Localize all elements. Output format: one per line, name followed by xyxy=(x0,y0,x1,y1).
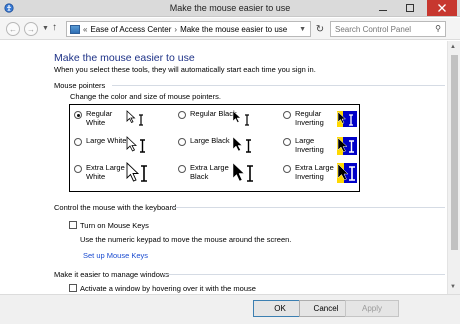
pointer-option-extra-large-inverting[interactable]: Extra Large Inverting xyxy=(283,163,383,190)
recent-pages-button[interactable]: ▼ xyxy=(42,25,49,32)
white-pointer-preview-icon xyxy=(126,110,143,126)
maximize-icon xyxy=(406,4,414,12)
mouse-pointer-options: Regular White Regular Black Regular Inve… xyxy=(69,104,360,192)
navigation-bar: ← → ▼ ↑ « Ease of Access Center › Make t… xyxy=(0,18,460,40)
dialog-footer: OK Cancel Apply xyxy=(0,294,460,324)
up-button[interactable]: ↑ xyxy=(52,22,57,33)
pointer-option-large-black[interactable]: Large Black xyxy=(178,136,278,163)
close-button[interactable] xyxy=(427,0,457,16)
black-pointer-preview-icon xyxy=(232,110,249,126)
inverting-pointer-preview-icon xyxy=(337,163,357,183)
page-title: Make the mouse easier to use xyxy=(54,52,195,64)
pointer-option-regular-black[interactable]: Regular Black xyxy=(178,109,278,136)
scrollbar-thumb[interactable] xyxy=(451,55,458,250)
mouse-keys-checkbox[interactable] xyxy=(69,221,77,229)
hover-activate-label[interactable]: Activate a window by hovering over it wi… xyxy=(80,284,256,293)
pointer-option-regular-white[interactable]: Regular White xyxy=(74,109,174,136)
pointer-option-label: Regular White xyxy=(86,109,113,127)
radio-large-white[interactable] xyxy=(74,138,82,146)
refresh-button[interactable]: ↻ xyxy=(313,22,327,36)
pointer-option-extra-large-black[interactable]: Extra Large Black xyxy=(178,162,278,190)
close-icon xyxy=(438,4,446,12)
section-divider xyxy=(164,274,445,275)
pointer-option-large-white[interactable]: Large White xyxy=(74,136,174,163)
breadcrumb-current-page[interactable]: Make the mouse easier to use xyxy=(180,25,287,34)
hover-activate-checkbox[interactable] xyxy=(69,284,77,292)
radio-large-inverting[interactable] xyxy=(283,138,291,146)
inverting-pointer-preview-icon xyxy=(337,111,357,127)
breadcrumb-overflow[interactable]: « xyxy=(83,25,87,34)
pointer-option-extra-large-white[interactable]: Extra Large White xyxy=(74,162,174,190)
address-bar[interactable]: « Ease of Access Center › Make the mouse… xyxy=(66,21,311,37)
mouse-pointers-heading: Mouse pointers xyxy=(54,81,106,90)
mouse-keys-description: Use the numeric keypad to move the mouse… xyxy=(80,235,292,244)
address-dropdown-icon[interactable]: ▼ xyxy=(299,26,306,33)
scroll-up-icon[interactable]: ▲ xyxy=(450,44,456,50)
radio-extra-large-inverting[interactable] xyxy=(283,165,291,173)
pointer-option-label: Regular Inverting xyxy=(295,109,324,127)
arrow-right-icon: → xyxy=(27,24,35,34)
control-panel-icon xyxy=(70,24,80,34)
scroll-down-icon[interactable]: ▼ xyxy=(450,284,456,290)
pointer-option-label: Large Inverting xyxy=(295,136,324,154)
minimize-button[interactable] xyxy=(370,0,396,16)
title-bar: Make the mouse easier to use xyxy=(0,0,460,17)
radio-extra-large-white[interactable] xyxy=(74,165,82,173)
chevron-down-icon: ▼ xyxy=(42,25,49,32)
radio-regular-black[interactable] xyxy=(178,111,186,119)
white-pointer-preview-icon xyxy=(126,162,147,182)
main-content: Make the mouse easier to use When you se… xyxy=(0,41,447,294)
refresh-icon: ↻ xyxy=(315,23,325,35)
radio-regular-white[interactable] xyxy=(74,111,82,119)
pointer-option-large-inverting[interactable]: Large Inverting xyxy=(283,136,383,163)
search-icon[interactable]: ⚲ xyxy=(435,24,441,33)
mouse-pointers-description: Change the color and size of mouse point… xyxy=(70,92,221,101)
vertical-scrollbar[interactable]: ▲ ▼ xyxy=(447,41,460,294)
radio-large-black[interactable] xyxy=(178,138,186,146)
radio-extra-large-black[interactable] xyxy=(178,165,186,173)
setup-mouse-keys-link[interactable]: Set up Mouse Keys xyxy=(83,251,148,260)
section-divider xyxy=(173,207,445,208)
arrow-up-icon: ↑ xyxy=(52,22,57,33)
black-pointer-preview-icon xyxy=(232,136,251,153)
white-pointer-preview-icon xyxy=(126,136,145,153)
maximize-button[interactable] xyxy=(397,0,423,16)
apply-button[interactable]: Apply xyxy=(345,300,399,317)
search-box[interactable]: ⚲ xyxy=(330,21,446,37)
inverting-pointer-preview-icon xyxy=(337,137,357,155)
pointer-option-regular-inverting[interactable]: Regular Inverting xyxy=(283,109,383,136)
mouse-keys-label[interactable]: Turn on Mouse Keys xyxy=(80,221,149,230)
breadcrumb-separator-icon[interactable]: › xyxy=(174,25,177,34)
pointer-option-label: Extra Large Black xyxy=(190,163,229,181)
section-divider xyxy=(112,85,445,86)
breadcrumb-ease-of-access-center[interactable]: Ease of Access Center xyxy=(90,25,171,34)
windows-heading: Make it easier to manage windows xyxy=(54,270,170,279)
forward-button[interactable]: → xyxy=(24,22,38,36)
black-pointer-preview-icon xyxy=(232,162,253,182)
back-button[interactable]: ← xyxy=(6,22,20,36)
radio-regular-inverting[interactable] xyxy=(283,111,291,119)
pointer-option-label: Extra Large Inverting xyxy=(295,163,334,181)
minimize-icon xyxy=(379,10,387,11)
page-description: When you select these tools, they will a… xyxy=(54,65,316,74)
pointer-option-label: Extra Large White xyxy=(86,163,125,181)
search-input[interactable] xyxy=(331,22,427,36)
arrow-left-icon: ← xyxy=(9,24,17,34)
keyboard-heading: Control the mouse with the keyboard xyxy=(54,203,177,212)
